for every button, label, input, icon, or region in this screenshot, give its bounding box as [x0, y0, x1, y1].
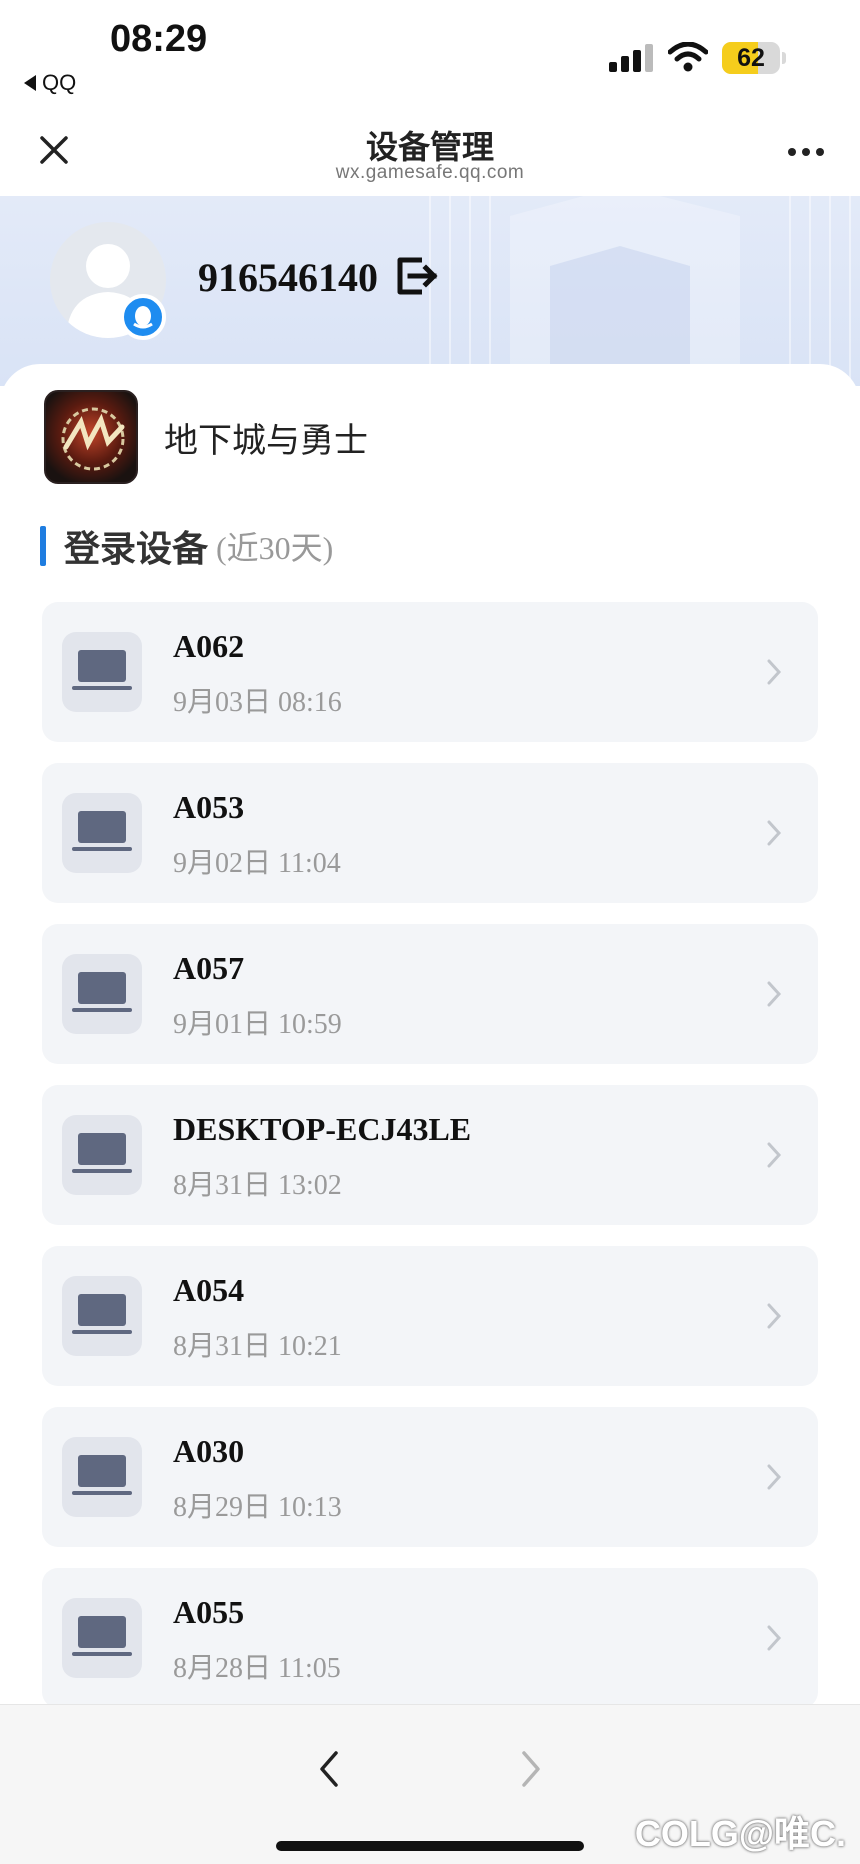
back-to-app-button[interactable]: QQ: [24, 70, 76, 96]
more-icon[interactable]: [786, 146, 826, 158]
forward-arrow-icon[interactable]: [516, 1747, 546, 1791]
section-accent-bar: [40, 526, 46, 566]
laptop-icon: [62, 1598, 142, 1678]
device-item[interactable]: DESKTOP-ECJ43LE 8月31日 13:02: [42, 1085, 818, 1225]
game-logo-icon: [44, 390, 138, 484]
device-name: DESKTOP-ECJ43LE: [173, 1111, 472, 1147]
device-login-time: 8月29日 10:13: [173, 1492, 342, 1523]
laptop-icon: [62, 1115, 142, 1195]
section-header: 登录设备 (近30天): [40, 524, 334, 570]
device-item[interactable]: A057 9月01日 10:59: [42, 924, 818, 1064]
banner-shield-decoration: [429, 196, 851, 386]
chevron-right-icon: [767, 1464, 782, 1490]
device-name: A030: [173, 1433, 245, 1469]
device-login-time: 9月01日 10:59: [173, 1009, 342, 1040]
status-time: 08:29: [110, 18, 208, 60]
chevron-right-icon: [767, 1625, 782, 1651]
chevron-right-icon: [767, 1142, 782, 1168]
page-url: wx.gamesafe.qq.com: [335, 162, 525, 183]
game-row: 地下城与勇士: [44, 390, 368, 484]
section-title: 登录设备: [64, 529, 209, 570]
laptop-icon: [62, 793, 142, 873]
device-name: A054: [173, 1272, 245, 1308]
laptop-icon: [62, 1437, 142, 1517]
device-item[interactable]: A030 8月29日 10:13: [42, 1407, 818, 1547]
bottom-toolbar: COLG@唯C.: [0, 1704, 860, 1864]
chevron-right-icon: [767, 1303, 782, 1329]
device-name: A057: [173, 950, 245, 986]
home-indicator[interactable]: [276, 1841, 584, 1851]
device-item[interactable]: A055 8月28日 11:05: [42, 1568, 818, 1708]
status-bar: 08:29 QQ 62: [0, 0, 860, 110]
device-list: A062 9月03日 08:16 A053 9月02日 11:04 A057 9…: [42, 602, 818, 1729]
content-card: 地下城与勇士 登录设备 (近30天) A062 9月03日 08:16 A053…: [0, 364, 860, 1708]
device-name: A055: [173, 1594, 245, 1630]
device-name: A062: [173, 628, 245, 664]
nav-bar: 设备管理 wx.gamesafe.qq.com: [0, 110, 860, 196]
back-arrow-icon[interactable]: [314, 1747, 344, 1791]
device-login-time: 8月31日 10:21: [173, 1331, 342, 1362]
battery-cap: [782, 52, 786, 64]
device-item[interactable]: A062 9月03日 08:16: [42, 602, 818, 742]
laptop-icon: [62, 1276, 142, 1356]
wifi-icon: [668, 42, 708, 72]
device-login-time: 8月31日 13:02: [173, 1170, 342, 1201]
battery-icon: 62: [722, 42, 780, 74]
signal-icon: [609, 44, 653, 72]
device-login-time: 9月03日 08:16: [173, 687, 342, 718]
battery-percent: 62: [737, 43, 765, 72]
back-app-label: QQ: [42, 70, 77, 95]
laptop-icon: [62, 632, 142, 712]
back-triangle-icon: [24, 75, 36, 91]
chevron-right-icon: [767, 820, 782, 846]
device-login-time: 9月02日 11:04: [173, 848, 341, 879]
laptop-icon: [62, 954, 142, 1034]
qq-badge-icon: [120, 294, 166, 340]
game-name: 地下城与勇士: [164, 420, 368, 461]
device-name: A053: [173, 789, 245, 825]
device-login-time: 8月28日 11:05: [173, 1653, 341, 1684]
watermark: COLG@唯C.: [634, 1813, 846, 1854]
logout-icon[interactable]: [394, 254, 438, 298]
account-id: 916546140: [198, 255, 378, 300]
device-item[interactable]: A053 9月02日 11:04: [42, 763, 818, 903]
account-banner: 916546140: [0, 196, 860, 386]
chevron-right-icon: [767, 981, 782, 1007]
section-subtitle: (近30天): [216, 530, 334, 566]
device-item[interactable]: A054 8月31日 10:21: [42, 1246, 818, 1386]
chevron-right-icon: [767, 659, 782, 685]
